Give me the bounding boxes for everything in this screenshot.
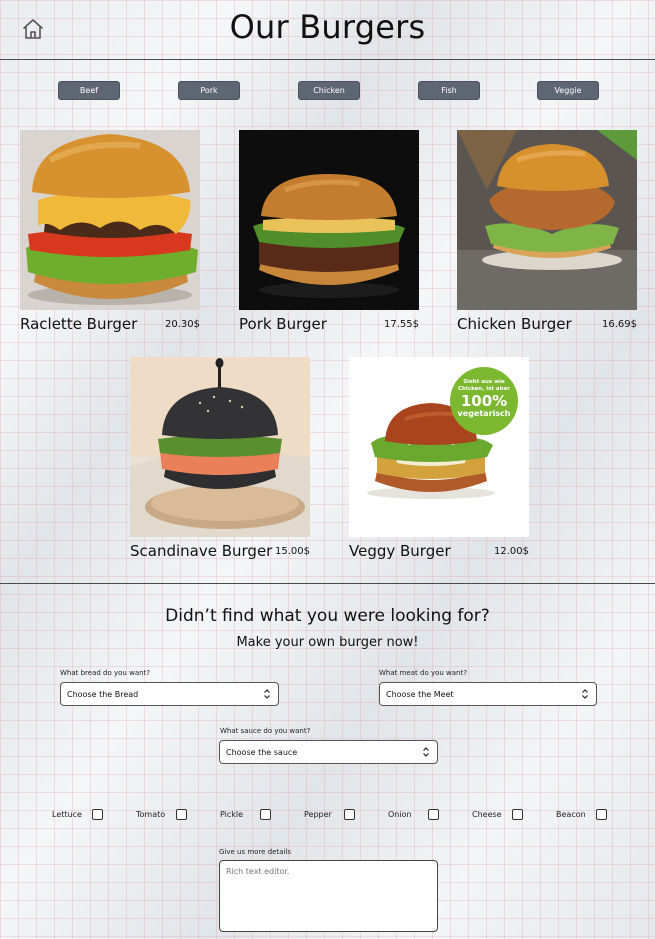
product-image: Sieht aus wie Chicken, ist aber 100% veg… xyxy=(349,357,529,537)
product-image xyxy=(20,130,200,310)
topping-checkbox-lettuce[interactable] xyxy=(92,809,103,820)
badge-line-1: Sieht aus wie xyxy=(463,379,505,385)
product-image xyxy=(239,130,419,310)
topping-label-cheese: Cheese xyxy=(472,810,502,819)
product-card-chicken[interactable]: Chicken Burger 16.69$ xyxy=(457,130,637,333)
select-chevron-icon xyxy=(264,689,270,699)
product-price: 15.00$ xyxy=(275,546,310,557)
meat-select-label: What meat do you want? xyxy=(379,669,467,677)
category-button-fish[interactable]: Fish xyxy=(418,81,480,100)
details-placeholder: Rich text editor. xyxy=(226,867,290,876)
topping-label-onion: Onion xyxy=(388,810,412,819)
topping-label-pickle: Pickle xyxy=(220,810,244,819)
custom-section-title: Didn’t find what you were looking for? xyxy=(165,606,490,626)
section-divider xyxy=(0,583,655,584)
topping-checkbox-cheese[interactable] xyxy=(512,809,523,820)
product-price: 16.69$ xyxy=(602,319,637,330)
topping-checkbox-pepper[interactable] xyxy=(344,809,355,820)
badge-line-4: vegetarisch xyxy=(457,409,511,418)
product-image xyxy=(130,357,310,537)
product-card-veggy[interactable]: Sieht aus wie Chicken, ist aber 100% veg… xyxy=(349,357,529,560)
badge-line-3: 100% xyxy=(460,392,508,410)
topping-label-beacon: Beacon xyxy=(556,810,586,819)
product-name: Chicken Burger xyxy=(457,315,572,333)
product-name: Raclette Burger xyxy=(20,315,138,333)
sauce-select[interactable]: Choose the sauce xyxy=(219,740,438,764)
category-button-chicken[interactable]: Chicken xyxy=(298,81,360,100)
topping-checkbox-tomato[interactable] xyxy=(176,809,187,820)
product-name: Veggy Burger xyxy=(349,542,451,560)
category-button-pork[interactable]: Pork xyxy=(178,81,240,100)
product-name: Pork Burger xyxy=(239,315,327,333)
details-rich-text-editor[interactable]: Rich text editor. xyxy=(219,860,438,932)
bread-select-label: What bread do you want? xyxy=(60,669,150,677)
topping-checkbox-pickle[interactable] xyxy=(260,809,271,820)
topping-label-lettuce: Lettuce xyxy=(52,810,82,819)
meat-select-value: Choose the Meet xyxy=(386,689,454,699)
page-title: Our Burgers xyxy=(229,8,426,46)
product-card-pork[interactable]: Pork Burger 17.55$ xyxy=(239,130,419,333)
vegetarian-badge: Sieht aus wie Chicken, ist aber 100% veg… xyxy=(450,367,518,435)
custom-section-subtitle: Make your own burger now! xyxy=(236,635,419,650)
topping-checkbox-beacon[interactable] xyxy=(596,809,607,820)
bread-select-value: Choose the Bread xyxy=(67,689,139,699)
header-divider xyxy=(0,59,655,60)
category-button-beef[interactable]: Beef xyxy=(58,81,120,100)
category-button-veggie[interactable]: Veggie xyxy=(537,81,599,100)
sauce-select-label: What sauce do you want? xyxy=(220,727,311,735)
product-card-scandinave[interactable]: Scandinave Burger 15.00$ xyxy=(130,357,310,560)
select-chevron-icon xyxy=(582,689,588,699)
sauce-select-value: Choose the sauce xyxy=(226,747,298,757)
topping-label-tomato: Tomato xyxy=(136,810,166,819)
select-chevron-icon xyxy=(423,747,429,757)
meat-select[interactable]: Choose the Meet xyxy=(379,682,597,706)
product-price: 20.30$ xyxy=(165,319,200,330)
product-image xyxy=(457,130,637,310)
product-card-raclette[interactable]: Raclette Burger 20.30$ xyxy=(20,130,200,333)
bread-select[interactable]: Choose the Bread xyxy=(60,682,279,706)
product-name: Scandinave Burger xyxy=(130,542,273,560)
product-price: 12.00$ xyxy=(494,546,529,557)
topping-label-pepper: Pepper xyxy=(304,810,332,819)
product-price: 17.55$ xyxy=(384,319,419,330)
details-label: Give us more details xyxy=(219,848,292,856)
topping-checkbox-onion[interactable] xyxy=(428,809,439,820)
